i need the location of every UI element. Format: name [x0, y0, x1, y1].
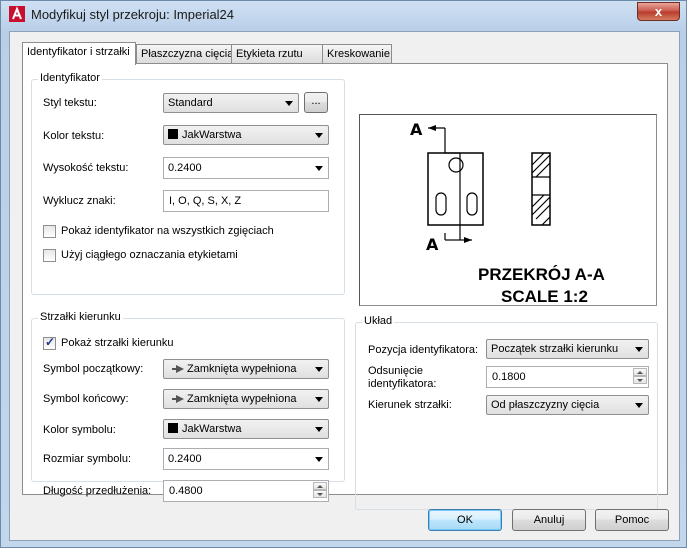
spin-up-icon[interactable]: [313, 482, 327, 490]
identifier-offset-input[interactable]: 0.1800: [486, 366, 649, 388]
text-height-input[interactable]: 0.2400: [163, 157, 329, 179]
ok-button[interactable]: OK: [428, 509, 502, 531]
identifier-group-title: Identyfikator: [38, 72, 102, 84]
show-arrows-checkbox[interactable]: [43, 335, 56, 350]
autocad-app-icon: [9, 6, 25, 22]
start-symbol-label: Symbol początkowy:: [43, 363, 144, 375]
identifier-position-select[interactable]: Początek strzałki kierunku: [486, 339, 649, 359]
symbol-color-value: JakWarstwa: [182, 423, 242, 435]
symbol-color-label: Kolor symbolu:: [43, 424, 116, 436]
closed-filled-arrow-icon: [172, 395, 184, 403]
exclude-chars-label: Wyklucz znaki:: [43, 195, 116, 207]
section-letter-top: A: [410, 120, 423, 139]
spin-up-icon[interactable]: [633, 368, 647, 376]
chevron-down-icon: [315, 133, 323, 138]
show-all-bends-label[interactable]: Pokaż identyfikator na wszystkich zgięci…: [61, 225, 274, 237]
identifier-position-value: Początek strzałki kierunku: [491, 343, 619, 355]
chevron-down-icon: [285, 101, 293, 106]
tab-panel: Identyfikator Styl tekstu: Standard ... …: [22, 63, 668, 510]
extension-length-value: 0.4800: [169, 485, 203, 497]
text-height-value: 0.2400: [168, 162, 202, 174]
text-height-label: Wysokość tekstu:: [43, 162, 129, 174]
spin-down-icon[interactable]: [313, 490, 327, 498]
help-button[interactable]: Pomoc: [595, 509, 669, 531]
text-color-select[interactable]: JakWarstwa: [163, 125, 329, 145]
chevron-down-icon: [315, 457, 323, 462]
start-symbol-value: Zamknięta wypełniona: [187, 363, 297, 375]
identifier-position-label: Pozycja identyfikatora:: [368, 344, 479, 356]
section-letter-bottom: A: [426, 235, 439, 254]
show-arrows-label[interactable]: Pokaż strzałki kierunku: [61, 337, 174, 349]
section-preview-drawing: A A PRZEKRÓJ A-A SCALE 1:2: [410, 120, 605, 306]
identifier-offset-spinner[interactable]: [633, 368, 647, 386]
close-icon: x: [654, 4, 663, 19]
preview-pane: A A PRZEKRÓJ A-A SCALE 1:2: [359, 114, 657, 306]
arrow-direction-select[interactable]: Od płaszczyzny cięcia: [486, 395, 649, 415]
end-symbol-label: Symbol końcowy:: [43, 393, 129, 405]
dialog-window: Modyfikuj styl przekroju: Imperial24 x I…: [0, 0, 687, 548]
identifier-offset-label-line1: Odsunięcie: [368, 365, 424, 377]
symbol-color-select[interactable]: JakWarstwa: [163, 419, 329, 439]
arrow-direction-label: Kierunek strzałki:: [368, 399, 452, 411]
preview-title-line1: PRZEKRÓJ A-A: [478, 265, 605, 284]
text-color-label: Kolor tekstu:: [43, 130, 105, 142]
continuous-labeling-label[interactable]: Użyj ciągłego oznaczania etykietami: [61, 249, 238, 261]
text-style-label: Styl tekstu:: [43, 97, 97, 109]
text-style-value: Standard: [168, 97, 213, 109]
extension-length-spinner[interactable]: [313, 482, 327, 500]
continuous-labeling-checkbox[interactable]: [43, 249, 56, 262]
browse-text-style-button[interactable]: ...: [304, 92, 328, 113]
chevron-down-icon: [315, 427, 323, 432]
start-symbol-select[interactable]: Zamknięta wypełniona: [163, 359, 329, 379]
chevron-down-icon: [315, 397, 323, 402]
tab-hatching[interactable]: Kreskowanie: [322, 44, 392, 63]
extension-length-label: Długość przedłużenia:: [43, 485, 152, 497]
close-button[interactable]: x: [637, 2, 680, 21]
identifier-offset-value: 0.1800: [492, 371, 526, 383]
identifier-offset-label-line2: identyfikatora:: [368, 378, 437, 390]
text-color-value: JakWarstwa: [182, 129, 242, 141]
end-symbol-select[interactable]: Zamknięta wypełniona: [163, 389, 329, 409]
tab-view-label[interactable]: Etykieta rzutu: [231, 44, 323, 63]
symbol-size-label: Rozmiar symbolu:: [43, 453, 132, 465]
extension-length-input[interactable]: 0.4800: [163, 480, 329, 502]
layout-group-title: Układ: [362, 315, 395, 327]
cancel-button[interactable]: Anuluj: [512, 509, 586, 531]
closed-filled-arrow-icon: [172, 365, 184, 373]
exclude-chars-input[interactable]: I, O, Q, S, X, Z: [163, 190, 329, 212]
chevron-down-icon: [315, 367, 323, 372]
symbol-size-value: 0.2400: [168, 453, 202, 465]
title-bar[interactable]: Modyfikuj styl przekroju: Imperial24 x: [1, 1, 687, 29]
chevron-down-icon: [315, 166, 323, 171]
symbol-size-input[interactable]: 0.2400: [163, 448, 329, 470]
tab-cutting-plane[interactable]: Płaszczyzna cięcia: [136, 44, 233, 63]
preview-title-line2: SCALE 1:2: [501, 287, 588, 305]
direction-arrows-group-title: Strzałki kierunku: [38, 311, 123, 323]
text-style-select[interactable]: Standard: [163, 93, 299, 113]
dialog-client: Identyfikator i strzałki Płaszczyzna cię…: [9, 31, 680, 541]
end-symbol-value: Zamknięta wypełniona: [187, 393, 297, 405]
chevron-down-icon: [635, 347, 643, 352]
spin-down-icon[interactable]: [633, 376, 647, 384]
chevron-down-icon: [635, 403, 643, 408]
color-swatch-icon: [168, 423, 178, 433]
color-swatch-icon: [168, 129, 178, 139]
show-all-bends-checkbox[interactable]: [43, 225, 56, 238]
tab-identifier-arrows[interactable]: Identyfikator i strzałki: [22, 42, 136, 65]
window-title: Modyfikuj styl przekroju: Imperial24: [31, 7, 235, 22]
exclude-chars-value: I, O, Q, S, X, Z: [169, 195, 242, 207]
arrow-direction-value: Od płaszczyzny cięcia: [491, 399, 600, 411]
